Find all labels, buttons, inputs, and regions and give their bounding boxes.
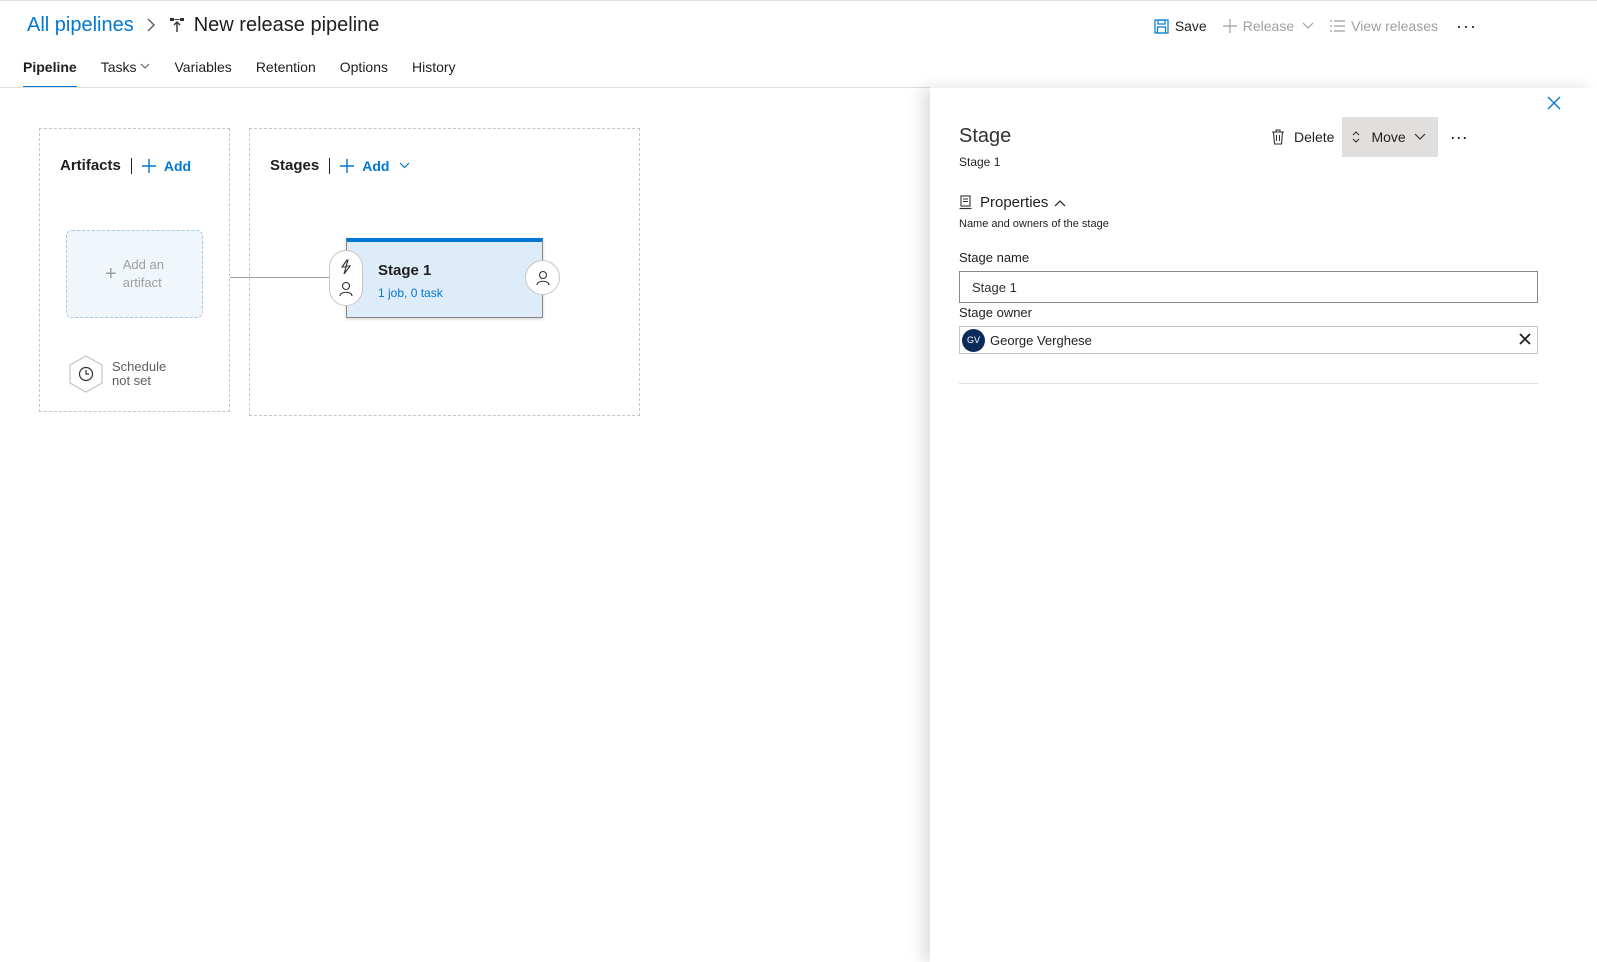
move-button[interactable]: Move (1342, 117, 1438, 157)
schedule-trigger[interactable]: Schedule not set (68, 355, 166, 393)
divider (329, 157, 331, 174)
stages-header: Stages Add (270, 157, 410, 174)
more-options-icon[interactable]: ··· (1456, 16, 1477, 37)
tab-variables[interactable]: Variables (174, 52, 231, 88)
breadcrumb-all-pipelines[interactable]: All pipelines (27, 14, 134, 37)
toolbar: Save Release View releases ··· (1138, 14, 1477, 38)
stage-name-label: Stage name (959, 250, 1030, 265)
stage-details-panel: Stage Stage 1 Delete Move ··· Properties… (930, 88, 1597, 962)
panel-title: Stage (959, 125, 1012, 147)
stage-owner-label: Stage owner (959, 305, 1032, 320)
trash-icon (1272, 129, 1284, 145)
artifacts-section: Artifacts Add + Add an artifact Schedule… (39, 128, 230, 412)
person-icon (339, 281, 353, 297)
divider (130, 157, 132, 174)
stage-card[interactable]: Stage 1 1 job, 0 task (346, 238, 543, 318)
chevron-right-icon (146, 18, 156, 32)
stage-name-input[interactable] (959, 271, 1538, 303)
avatar: GV (962, 328, 985, 352)
tab-pipeline[interactable]: Pipeline (23, 52, 77, 88)
artifacts-title: Artifacts (60, 157, 121, 174)
list-icon (1330, 20, 1346, 32)
save-icon (1154, 18, 1169, 34)
pipeline-tabs: Pipeline Tasks Variables Retention Optio… (23, 52, 480, 88)
clock-icon (69, 355, 103, 393)
stage-owner-picker[interactable]: GV George Verghese (959, 326, 1538, 354)
panel-actions: Delete Move ··· (1271, 117, 1468, 157)
person-icon (535, 270, 550, 285)
plus-icon: + (105, 262, 117, 285)
plus-icon (1222, 19, 1237, 33)
release-pipeline-icon (168, 16, 186, 34)
panel-more-options-icon[interactable]: ··· (1450, 127, 1468, 148)
chevron-up-icon (1054, 199, 1066, 206)
plus-icon (141, 158, 156, 173)
panel-subtitle: Stage 1 (959, 155, 1001, 169)
tab-retention[interactable]: Retention (256, 52, 316, 88)
breadcrumb: All pipelines New release pipeline (27, 10, 379, 40)
stages-title: Stages (270, 157, 320, 174)
pre-deployment-conditions[interactable] (329, 250, 363, 306)
release-label: Release (1242, 18, 1295, 34)
release-button[interactable]: Release (1222, 18, 1314, 34)
chevron-down-icon (399, 162, 410, 169)
lightning-icon (340, 259, 352, 275)
clear-owner-icon[interactable] (1519, 333, 1531, 345)
add-artifact-button[interactable]: Add (141, 158, 191, 174)
add-stage-button[interactable]: Add (340, 158, 410, 174)
page-title[interactable]: New release pipeline (194, 14, 380, 37)
top-border (0, 0, 1597, 1)
up-down-arrows-icon (1353, 131, 1360, 143)
properties-section-toggle[interactable]: Properties (959, 194, 1066, 211)
tab-options[interactable]: Options (340, 52, 388, 88)
schedule-label: Schedule not set (112, 359, 167, 388)
chevron-down-icon (141, 63, 150, 69)
panel-divider (959, 383, 1538, 384)
plus-icon (340, 158, 355, 173)
header-divider (0, 87, 930, 88)
chevron-down-icon (1302, 22, 1314, 29)
save-label: Save (1174, 18, 1207, 34)
view-releases-button[interactable]: View releases (1330, 18, 1438, 34)
stage-card-name: Stage 1 (378, 262, 432, 279)
artifacts-header: Artifacts Add (60, 157, 191, 174)
owner-name: George Verghese (990, 332, 1092, 348)
post-deployment-conditions[interactable] (525, 260, 560, 295)
save-button[interactable]: Save (1154, 18, 1207, 34)
stage-card-tasks-link[interactable]: 1 job, 0 task (378, 286, 443, 300)
tab-history[interactable]: History (412, 52, 456, 88)
add-artifact-tile[interactable]: + Add an artifact (66, 230, 203, 318)
properties-description: Name and owners of the stage (959, 218, 1109, 230)
view-releases-label: View releases (1351, 18, 1439, 34)
add-artifact-label: Add an artifact (122, 257, 164, 290)
chevron-down-icon (1414, 133, 1426, 140)
properties-icon (959, 195, 972, 210)
close-icon[interactable] (1547, 96, 1561, 110)
tab-tasks[interactable]: Tasks (101, 52, 151, 88)
delete-button[interactable]: Delete (1271, 129, 1334, 145)
